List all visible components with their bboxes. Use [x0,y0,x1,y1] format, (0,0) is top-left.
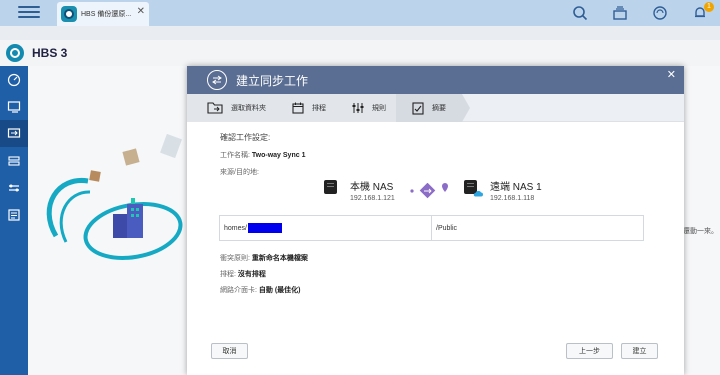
local-nas: 本機 NAS 192.168.1.121 [324,178,395,202]
sidebar-item-backup[interactable] [0,93,28,120]
main-menu-icon[interactable] [18,3,40,21]
dialog-header: 建立同步工作 ✕ [187,66,684,94]
step-label: 排程 [312,105,326,112]
hbs-app-icon [61,6,77,22]
app-tab-hbs[interactable]: HBS 備份還原... ✕ [57,2,149,26]
network-interface-label: 網路介面卡: [220,287,257,294]
step-label: 選取資料夾 [231,105,266,112]
qts-topbar: HBS 備份還原... ✕ 1 [0,0,720,26]
redacted-block [247,223,282,233]
dashboard-icon [7,73,21,86]
summary-body: 確認工作設定: 工作名稱: Two-way Sync 1 來源/目的地: 本機 … [187,122,684,375]
create-sync-job-dialog: 建立同步工作 ✕ 選取資料夾 排程 規則 摘要 確認工作設定: 工作名稱: Tw… [187,66,684,375]
nas-device-icon [324,180,337,194]
sync-job-icon [207,70,227,90]
job-name-label: 工作名稱: [220,152,250,159]
step-label: 摘要 [432,105,446,112]
conflict-policy-label: 衝突原則: [220,255,250,262]
local-folder-path: homes/ [224,224,247,232]
schedule-label: 排程: [220,271,236,278]
remote-nas-ip: 192.168.1.118 [490,195,535,202]
step-schedule[interactable]: 排程 [278,94,346,122]
back-button[interactable]: 上一步 [566,343,613,359]
local-nas-name: 本機 NAS [350,182,394,193]
step-rules[interactable]: 規則 [338,94,404,122]
wizard-steps: 選取資料夾 排程 規則 摘要 [187,94,684,122]
sidebar-item-services[interactable] [0,174,28,201]
notification-bell-icon[interactable]: 1 [680,0,720,26]
step-select-folders[interactable]: 選取資料夾 [187,94,286,122]
search-icon[interactable] [560,0,600,26]
sync-direction-icon [410,183,448,199]
calendar-icon [292,102,304,114]
app-title: HBS 3 [32,46,68,60]
remote-folder-cell: /Public [431,216,643,240]
hbs-logo-icon [6,44,24,62]
sidebar-item-overview[interactable] [0,66,28,93]
section-title: 確認工作設定: [220,133,271,142]
storage-icon [8,155,20,166]
background-text: 還動一來。 [683,228,718,235]
stack-icon[interactable] [600,0,640,26]
remote-nas: 遠端 NAS 1 192.168.1.118 [464,178,542,202]
remote-nas-name: 遠端 NAS 1 [490,182,542,193]
local-nas-ip: 192.168.1.121 [350,195,395,202]
cancel-button[interactable]: 取消 [211,343,248,359]
close-tab-icon[interactable]: ✕ [137,6,145,17]
schedule-row: 排程: 沒有排程 [220,269,266,279]
conflict-policy-value: 重新命名本機檔案 [251,255,308,262]
checklist-icon [412,101,424,115]
dialog-title: 建立同步工作 [236,73,309,88]
folder-pair-table: homes/ /Public [219,215,644,241]
network-interface-value: 自動 (最佳化) [258,287,301,294]
conflict-policy-row: 衝突原則: 重新命名本機檔案 [220,253,308,263]
sidebar-item-logs[interactable] [0,201,28,228]
sliders-icon [352,102,364,114]
create-button[interactable]: 建立 [621,343,658,359]
sidebar-item-storage[interactable] [0,147,28,174]
close-icon[interactable]: ✕ [667,68,676,81]
app-tab-label: HBS 備份還原... [81,11,132,18]
source-destination-label: 來源/目的地: [220,169,259,176]
job-name-value: Two-way Sync 1 [251,152,306,159]
step-label: 規則 [372,105,386,112]
app-header: HBS 3 [0,40,720,66]
backup-icon [7,100,21,113]
step-summary[interactable]: 摘要 [396,94,470,122]
sidebar-item-sync[interactable] [0,120,28,147]
job-name-row: 工作名稱: Two-way Sync 1 [220,150,305,160]
network-interface-row: 網路介面卡: 自動 (最佳化) [220,285,301,295]
remote-folder-path: /Public [436,224,458,232]
nas-pair: 本機 NAS 192.168.1.121 遠端 NAS 1 192.168.1.… [324,178,554,208]
sync-illustration [46,133,183,260]
local-folder-cell: homes/ [220,216,431,240]
schedule-value: 沒有排程 [237,271,266,278]
remote-nas-device-icon [464,180,483,197]
sync-status-icon[interactable] [640,0,680,26]
services-icon [9,184,19,191]
notification-badge: 1 [704,2,714,12]
logs-icon [8,208,20,221]
folder-icon [207,102,223,114]
sidebar [0,66,28,375]
sync-icon [7,127,21,138]
cloud-icon [473,190,483,197]
source-destination-row: 來源/目的地: [220,167,259,177]
